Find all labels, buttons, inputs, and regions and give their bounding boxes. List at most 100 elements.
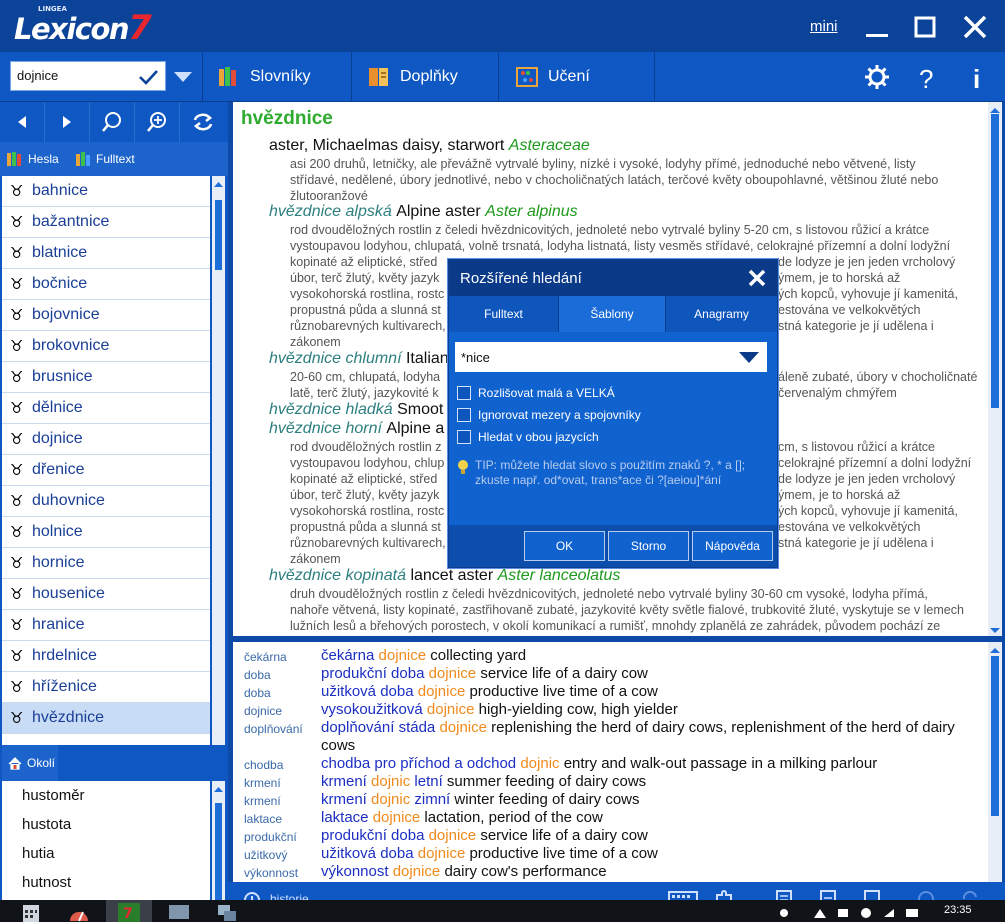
search-history-dropdown[interactable] [174, 72, 192, 82]
subentry-hladka[interactable]: hvězdnice hladká Smoot [269, 401, 443, 419]
collocations-scrollbar[interactable] [988, 642, 1002, 882]
headword-item[interactable]: ♉ hranice [2, 610, 210, 641]
headword-item[interactable]: ♉ housenice [2, 579, 210, 610]
pattern-input-box[interactable]: *nice [455, 342, 767, 372]
checkbox-box[interactable] [457, 430, 471, 444]
learning-button[interactable]: Učení [516, 52, 590, 102]
collocation-row[interactable]: krmení krmení dojnic zimní winter feeding… [233, 791, 988, 809]
subentry-chlumni[interactable]: hvězdnice chlumní Italian [269, 350, 449, 368]
collocation-row[interactable]: doplňování doplňování stáda dojnice reple… [233, 719, 988, 737]
info-icon[interactable]: i [973, 64, 980, 95]
dialog-tab-anagramy[interactable]: Anagramy [666, 296, 777, 332]
scroll-down-icon[interactable] [988, 626, 1002, 636]
headword-item[interactable]: ♉ holnice [2, 517, 210, 548]
back-button[interactable] [0, 102, 45, 142]
checkbox-both-languages[interactable]: Hledat v obou jazycích [457, 429, 599, 445]
collocation-english: replenishing the herd of dairy cows, rep… [491, 719, 955, 736]
checkbox-box[interactable] [457, 386, 471, 400]
collocation-english: entry and walk-out passage in a milking … [563, 755, 878, 772]
headword-item[interactable]: ♉ bažantnice [2, 207, 210, 238]
taskbar-active-app[interactable]: 7 [106, 900, 152, 922]
headword-item[interactable]: ♉ brokovnice [2, 331, 210, 362]
tab-okoli[interactable]: Okolí [2, 745, 58, 781]
headword-item[interactable]: ♉ brusnice [2, 362, 210, 393]
tab-hesla[interactable]: Hesla [7, 142, 59, 176]
dialog-tab-sablony[interactable]: Šablony [559, 296, 666, 332]
collocation-row[interactable]: produkční produkční doba dojnice service … [233, 827, 988, 845]
gauge-app-icon[interactable] [68, 903, 90, 922]
mini-mode-button[interactable]: mini [810, 18, 838, 35]
headword-item[interactable]: ♉ dřenice [2, 455, 210, 486]
forward-button[interactable] [45, 102, 90, 142]
headword-item[interactable]: ♉ hvězdnice [2, 703, 210, 734]
addons-button[interactable]: Doplňky [368, 52, 458, 102]
headword-item[interactable]: ♉ bočnice [2, 269, 210, 300]
help-question-icon[interactable]: ? [919, 64, 933, 95]
collocation-row[interactable]: čekárna čekárna dojnice collecting yard [233, 647, 988, 665]
scroll-up-icon[interactable] [988, 645, 1002, 655]
collocation-row[interactable]: chodba chodba pro příchod a odchod dojnic… [233, 755, 988, 773]
headword-item[interactable]: ♉ hrdelnice [2, 641, 210, 672]
collocation-row[interactable]: doba produkční doba dojnice service life … [233, 665, 988, 683]
headword-item[interactable]: ♉ hříženice [2, 672, 210, 703]
headword-list-scrollbar[interactable] [212, 176, 225, 840]
neighborhood-item[interactable]: hustota [2, 810, 210, 839]
search-input[interactable] [17, 68, 137, 83]
subentry-horni[interactable]: hvězdnice horní Alpine a [269, 420, 444, 438]
entry-scrollbar[interactable] [988, 102, 1002, 636]
pattern-dropdown-icon[interactable] [739, 352, 759, 363]
def-line: asi 200 druhů, letničky, ale převážně vy… [290, 157, 916, 171]
ok-button[interactable]: OK [524, 531, 605, 561]
headword-item[interactable]: ♉ bahnice [2, 176, 210, 207]
pattern-input[interactable]: *nice [461, 350, 490, 365]
help-button[interactable]: Nápověda [692, 531, 773, 561]
collocation-row[interactable]: užitkový užitková doba dojnice productive… [233, 845, 988, 863]
network-app-icon[interactable] [216, 903, 238, 922]
neighborhood-item[interactable]: hustoměr [2, 781, 210, 810]
dialog-tab-fulltext[interactable]: Fulltext [449, 296, 559, 332]
collocation-row[interactable]: krmení krmení dojnic letní summer feeding… [233, 773, 988, 791]
collocation-english: lactation, period of the cow [424, 809, 603, 826]
cancel-button[interactable]: Storno [608, 531, 689, 561]
calculator-icon[interactable] [22, 904, 40, 922]
scroll-thumb[interactable] [215, 200, 222, 270]
scroll-up-icon[interactable] [212, 179, 225, 189]
collocation-row[interactable]: doba užitková doba dojnice productive liv… [233, 683, 988, 701]
scroll-thumb[interactable] [215, 803, 222, 903]
close-window-button[interactable] [960, 12, 990, 42]
headword-item[interactable]: ♉ duhovnice [2, 486, 210, 517]
checkbox-box[interactable] [457, 408, 471, 422]
checkbox-case-sensitive[interactable]: Rozlišovat malá a VELKÁ [457, 385, 615, 401]
dictionaries-button[interactable]: Slovníky [218, 52, 310, 102]
tab-fulltext[interactable]: Fulltext [76, 142, 135, 176]
advanced-search-button[interactable] [135, 102, 180, 142]
scroll-up-icon[interactable] [212, 784, 225, 794]
collocation-row[interactable]: výkonnost výkonnost dojnice dairy cow's p… [233, 863, 988, 881]
maximize-button[interactable] [910, 12, 940, 42]
minimize-button[interactable] [862, 12, 892, 42]
scroll-thumb[interactable] [991, 114, 999, 408]
monitor-app-icon[interactable] [168, 903, 190, 922]
swap-direction-button[interactable] [180, 102, 225, 142]
collocation-row[interactable]: laktace laktace dojnice lactation, period… [233, 809, 988, 827]
scroll-thumb[interactable] [991, 656, 999, 816]
system-tray-icons[interactable] [776, 906, 936, 920]
collocation-row[interactable]: dojnice vysokoužitková dojnice high-yield… [233, 701, 988, 719]
headword-label: duhovnice [32, 492, 105, 509]
headword-item[interactable]: ♉ hornice [2, 548, 210, 579]
headword-item[interactable]: ♉ bojovnice [2, 300, 210, 331]
headword-item[interactable]: ♉ blatnice [2, 238, 210, 269]
subentry-kopinata[interactable]: hvězdnice kopinatá lancet aster Aster la… [269, 567, 620, 585]
checkbox-ignore-spaces[interactable]: Ignorovat mezery a spojovníky [457, 407, 641, 423]
neighborhood-item[interactable]: hutnost [2, 868, 210, 897]
headword-item[interactable]: ♉ dělnice [2, 393, 210, 424]
word-class-icon: ♉ [10, 585, 24, 603]
dialog-close-icon[interactable] [747, 266, 767, 288]
search-button[interactable] [90, 102, 135, 142]
neighborhood-item[interactable]: hutia [2, 839, 210, 868]
checkmark-icon[interactable] [137, 66, 159, 88]
headword-item[interactable]: ♉ dojnice [2, 424, 210, 455]
settings-gear-icon[interactable] [864, 64, 890, 90]
collocation-row[interactable]: cows [233, 737, 988, 755]
subentry-alpska[interactable]: hvězdnice alpská Alpine aster Aster alpi… [269, 203, 578, 221]
